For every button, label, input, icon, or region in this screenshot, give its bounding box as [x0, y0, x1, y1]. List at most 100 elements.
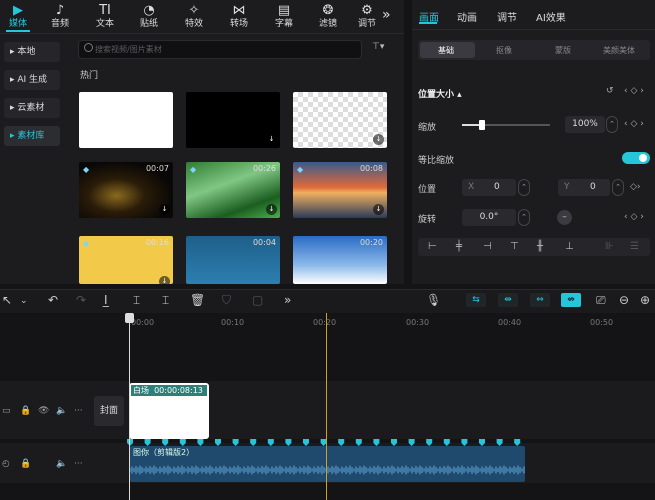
rotate-stepper[interactable]: ⌃: [518, 209, 530, 226]
align-center-h-icon[interactable]: ╪: [456, 241, 462, 252]
trim-right-icon[interactable]: ⌶: [162, 293, 169, 308]
timeline-ruler[interactable]: [92, 313, 655, 328]
position-x-field[interactable]: X0: [462, 179, 516, 196]
scale-slider-handle[interactable]: [479, 120, 485, 130]
download-icon[interactable]: ↓: [373, 134, 384, 145]
tool-transition[interactable]: ⋈ 转场: [221, 2, 257, 32]
tool-effects[interactable]: ✧ 特效: [176, 2, 212, 32]
tab-ai-effects[interactable]: AI效果: [536, 9, 566, 24]
download-icon[interactable]: ↓: [266, 204, 277, 215]
playhead[interactable]: [129, 313, 130, 500]
tool-filter[interactable]: ❂ 滤镜: [310, 2, 346, 32]
download-icon[interactable]: ↓: [266, 134, 277, 145]
position-y-field[interactable]: Y0: [558, 179, 610, 196]
split-icon[interactable]: I̲: [104, 293, 108, 307]
link-toggle[interactable]: ⇆: [466, 293, 486, 307]
media-thumb[interactable]: ◆ 00:07 ↓: [79, 162, 173, 218]
select-tool-icon[interactable]: ↖: [2, 293, 12, 307]
keyframe-diamond[interactable]: ◇›: [630, 182, 641, 192]
download-icon[interactable]: ↓: [159, 276, 170, 284]
search-input[interactable]: 搜索视频/图片素材: [78, 40, 362, 59]
tab-underline: [419, 22, 437, 24]
keyframe-nav[interactable]: ‹ ◇ ›: [624, 212, 644, 222]
align-left-icon[interactable]: ⊢: [428, 241, 437, 252]
tool-adjust[interactable]: ⚙ 调节: [354, 2, 380, 32]
distribute-v-icon[interactable]: ☰: [630, 241, 639, 252]
effects-icon: ✧: [188, 3, 200, 18]
subtab-keying[interactable]: 抠像: [496, 45, 512, 56]
transition-icon: ⋈: [232, 3, 246, 18]
tool-subtitle[interactable]: ▤ 字幕: [266, 2, 302, 32]
distribute-h-icon[interactable]: ⊪: [605, 241, 614, 252]
sidebar-item-local[interactable]: ▸ 本地: [4, 42, 60, 62]
tab-animation[interactable]: 动画: [457, 9, 477, 24]
download-icon[interactable]: ↓: [159, 204, 170, 215]
position-x-stepper[interactable]: ⌃: [518, 179, 530, 196]
media-thumb[interactable]: [79, 92, 173, 148]
split-screen-toggle[interactable]: ⇎: [561, 293, 581, 307]
align-top-icon[interactable]: ⊤: [510, 241, 519, 252]
more-tools-button[interactable]: »: [382, 7, 391, 23]
subtab-mask[interactable]: 蒙版: [555, 45, 571, 56]
sidebar-item-cloud[interactable]: ▸ 云素材: [4, 98, 60, 118]
snap-toggle[interactable]: ⇹: [498, 293, 518, 307]
sidebar-item-ai[interactable]: ▸ AI 生成: [4, 70, 60, 90]
align-bottom-icon[interactable]: ⊥: [565, 241, 574, 252]
crop-icon[interactable]: ▢: [252, 293, 263, 307]
rotate-dial[interactable]: –: [557, 210, 572, 225]
cover-button[interactable]: 封面: [94, 396, 124, 426]
more-icon[interactable]: ···: [74, 459, 83, 469]
volume-icon[interactable]: 🔈: [56, 406, 67, 416]
screen-icon[interactable]: ⎚: [596, 293, 606, 308]
tool-text[interactable]: TI 文本: [87, 2, 123, 32]
undo-icon[interactable]: ↶: [48, 293, 58, 307]
uniform-scale-label: 等比缩放: [418, 156, 455, 166]
volume-icon[interactable]: 🔈: [56, 459, 67, 469]
sidebar-item-library[interactable]: ▸ 素材库: [4, 126, 60, 146]
media-thumb[interactable]: 00:04: [186, 236, 280, 284]
delete-icon[interactable]: 🗑: [190, 293, 205, 307]
eye-icon[interactable]: 👁: [38, 406, 49, 416]
shield-icon[interactable]: ⛉: [222, 293, 231, 308]
ruler-tick: 00:40: [498, 318, 522, 327]
download-icon[interactable]: ↓: [373, 204, 384, 215]
tool-sticker[interactable]: ◔ 贴纸: [131, 2, 167, 32]
section-position-size[interactable]: 位置大小 ▴: [418, 87, 462, 100]
lock-icon[interactable]: 🔒: [20, 459, 31, 469]
media-thumb[interactable]: ↓: [293, 92, 387, 148]
media-thumb[interactable]: ↓: [186, 92, 280, 148]
playhead-handle[interactable]: [125, 313, 134, 323]
scale-label: 缩放: [418, 123, 437, 133]
media-thumb[interactable]: 00:20: [293, 236, 387, 284]
more-icon[interactable]: ···: [74, 406, 83, 416]
more-tools-icon[interactable]: »: [284, 293, 291, 307]
preview-axis-toggle[interactable]: ⇔: [530, 293, 550, 307]
media-thumb[interactable]: ◆ 00:26 ↓: [186, 162, 280, 218]
align-middle-v-icon[interactable]: ╫: [537, 241, 543, 252]
position-y-stepper[interactable]: ⌃: [612, 179, 624, 196]
subtab-beauty[interactable]: 美颜美体: [603, 45, 635, 56]
rotate-input[interactable]: 0.0°: [462, 209, 516, 226]
chevron-down-icon[interactable]: ⌄: [20, 296, 28, 306]
reset-icon[interactable]: ↺: [606, 86, 614, 96]
tool-media[interactable]: ▶ 媒体: [0, 2, 36, 32]
tool-audio[interactable]: ♪ 音频: [42, 2, 78, 32]
scale-stepper[interactable]: ⌃: [606, 116, 618, 133]
microphone-icon[interactable]: 🎙: [426, 293, 441, 307]
track-type-icon: ▭: [2, 406, 11, 416]
text-icon: TI: [99, 3, 111, 18]
tab-adjust[interactable]: 调节: [497, 9, 517, 24]
subtab-basic[interactable]: 基础: [438, 45, 454, 56]
align-right-icon[interactable]: ⊣: [483, 241, 492, 252]
trim-left-icon[interactable]: ⌶: [133, 293, 140, 308]
keyframe-nav[interactable]: ‹ ◇ ›: [624, 119, 644, 129]
zoom-in-icon[interactable]: ⊕: [640, 293, 650, 307]
media-thumb[interactable]: ◆ 00:16 ↓: [79, 236, 173, 284]
keyframe-nav[interactable]: ‹ ◇ ›: [624, 86, 644, 96]
zoom-out-icon[interactable]: ⊖: [619, 293, 629, 307]
media-thumb[interactable]: ◆ 00:08 ↓: [293, 162, 387, 218]
redo-icon[interactable]: ↷: [76, 293, 86, 307]
scale-input[interactable]: 100%: [565, 116, 605, 133]
lock-icon[interactable]: 🔒: [20, 406, 31, 416]
filter-button[interactable]: ⊤▾: [372, 42, 384, 52]
